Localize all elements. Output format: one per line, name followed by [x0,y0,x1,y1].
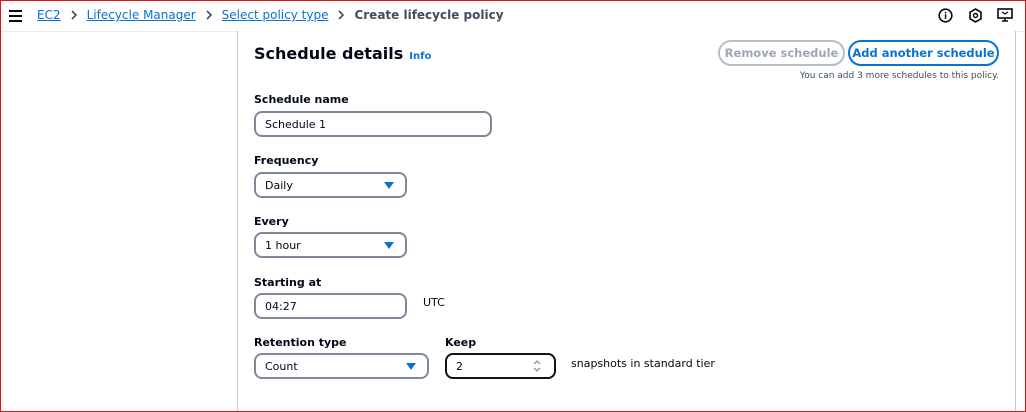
breadcrumb-current: Create lifecycle policy [354,8,504,22]
info-circle-icon[interactable] [936,6,954,24]
retention-type-value: Count [265,359,298,373]
keep-unit-label: snapshots in standard tier [571,357,715,370]
schedule-name-input[interactable]: Schedule 1 [254,111,492,137]
frequency-select[interactable]: Daily [254,172,407,198]
caret-down-icon [384,182,394,189]
breadcrumb: EC2 Lifecycle Manager Select policy type… [37,8,504,22]
every-select[interactable]: 1 hour [254,232,407,258]
retention-type-select[interactable]: Count [254,353,429,379]
caret-down-icon [406,363,416,370]
timezone-label: UTC [423,296,445,309]
feedback-screen-icon[interactable] [996,6,1014,24]
keep-value: 2 [456,359,463,373]
schedule-name-label: Schedule name [254,93,349,106]
every-value: 1 hour [265,238,301,252]
starting-at-input[interactable]: 04:27 [254,293,407,319]
frequency-label: Frequency [254,154,319,167]
caret-down-icon [384,242,394,249]
breadcrumb-select-policy-type[interactable]: Select policy type [222,8,329,22]
keep-number-input[interactable]: 2 [445,353,556,379]
breadcrumb-lifecycle-manager[interactable]: Lifecycle Manager [87,8,196,22]
number-stepper-icon[interactable] [532,359,542,373]
schedule-limit-hint: You can add 3 more schedules to this pol… [799,71,999,81]
starting-at-value: 04:27 [265,299,297,313]
info-link[interactable]: Info [409,51,431,62]
remove-schedule-button[interactable]: Remove schedule [718,40,845,66]
starting-at-label: Starting at [254,276,322,289]
breadcrumb-ec2[interactable]: EC2 [37,8,61,22]
schedule-name-value: Schedule 1 [265,117,327,131]
keep-label: Keep [445,336,477,349]
section-title: Schedule details [254,44,404,63]
retention-type-label: Retention type [254,336,347,349]
top-bar: EC2 Lifecycle Manager Select policy type… [0,0,1026,32]
hamburger-menu-icon[interactable] [9,10,22,22]
chevron-right-icon [338,10,345,20]
every-label: Every [254,215,289,228]
frequency-value: Daily [265,178,293,192]
add-another-schedule-button[interactable]: Add another schedule [848,40,999,66]
section-header: Schedule details Info [254,44,431,63]
chevron-right-icon [71,10,77,20]
chevron-right-icon [206,10,212,20]
hexagon-settings-icon[interactable] [966,6,984,24]
